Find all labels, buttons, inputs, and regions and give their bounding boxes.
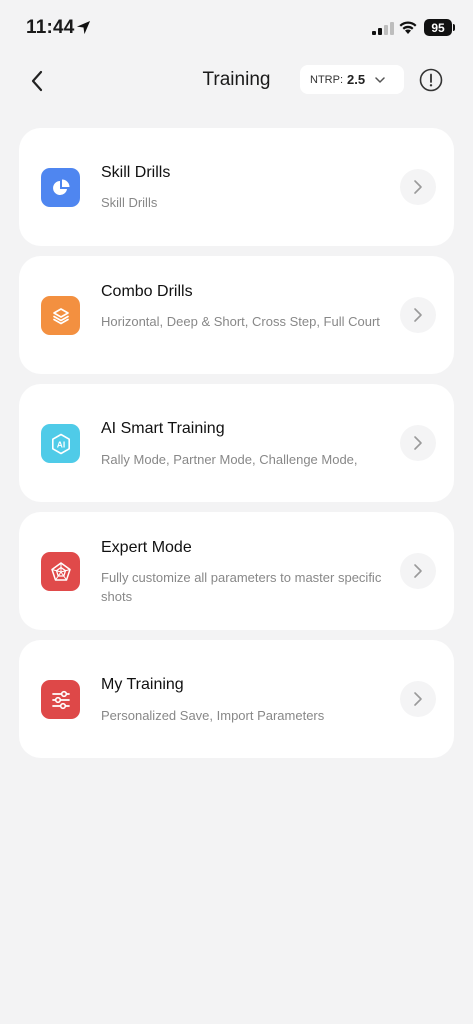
- my-training-card[interactable]: My Training Personalized Save, Import Pa…: [19, 640, 454, 758]
- pie-chart-icon: [41, 168, 80, 207]
- card-title: Combo Drills: [101, 283, 193, 300]
- battery-indicator: 95: [424, 19, 452, 36]
- radar-icon: [41, 552, 80, 591]
- card-title: Skill Drills: [101, 164, 171, 181]
- card-description: Rally Mode, Partner Mode, Challenge Mode…: [101, 452, 358, 467]
- card-title: Expert Mode: [101, 539, 192, 556]
- chevron-right-icon: [400, 169, 436, 205]
- chevron-right-icon: [400, 553, 436, 589]
- chevron-down-icon: [375, 76, 385, 83]
- skill-drills-card[interactable]: Skill Drills Skill Drills: [19, 128, 454, 246]
- card-title: My Training: [101, 676, 184, 693]
- status-time: 11:44: [26, 17, 75, 38]
- card-description: Fully customize all parameters to master…: [101, 570, 382, 604]
- battery-tip: [453, 24, 455, 31]
- info-icon[interactable]: [419, 68, 443, 92]
- card-title: AI Smart Training: [101, 420, 225, 437]
- location-arrow-icon: [76, 20, 91, 35]
- chevron-right-icon: [400, 681, 436, 717]
- sliders-icon: [41, 680, 80, 719]
- ntrp-label: NTRP:: [310, 73, 343, 86]
- svg-text:AI: AI: [56, 439, 65, 449]
- card-description: Horizontal, Deep & Short, Cross Step, Fu…: [101, 314, 380, 329]
- header: Training NTRP: 2.5: [0, 56, 473, 106]
- combo-drills-card[interactable]: Combo Drills Horizontal, Deep & Short, C…: [19, 256, 454, 374]
- card-description: Skill Drills: [101, 195, 158, 210]
- chevron-right-icon: [400, 425, 436, 461]
- ntrp-value: 2.5: [347, 72, 366, 87]
- ntrp-level-select[interactable]: NTRP: 2.5: [300, 65, 404, 94]
- expert-mode-card[interactable]: Expert Mode Fully customize all paramete…: [19, 512, 454, 630]
- ai-smart-training-card[interactable]: AI AI Smart Training Rally Mode, Partner…: [19, 384, 454, 502]
- signal-icon: [372, 22, 394, 35]
- status-bar: 11:44 95: [0, 0, 473, 56]
- wifi-icon: [399, 21, 417, 34]
- chevron-right-icon: [400, 297, 436, 333]
- layers-icon: [41, 296, 80, 335]
- ai-icon: AI: [41, 424, 80, 463]
- card-description: Personalized Save, Import Parameters: [101, 708, 325, 723]
